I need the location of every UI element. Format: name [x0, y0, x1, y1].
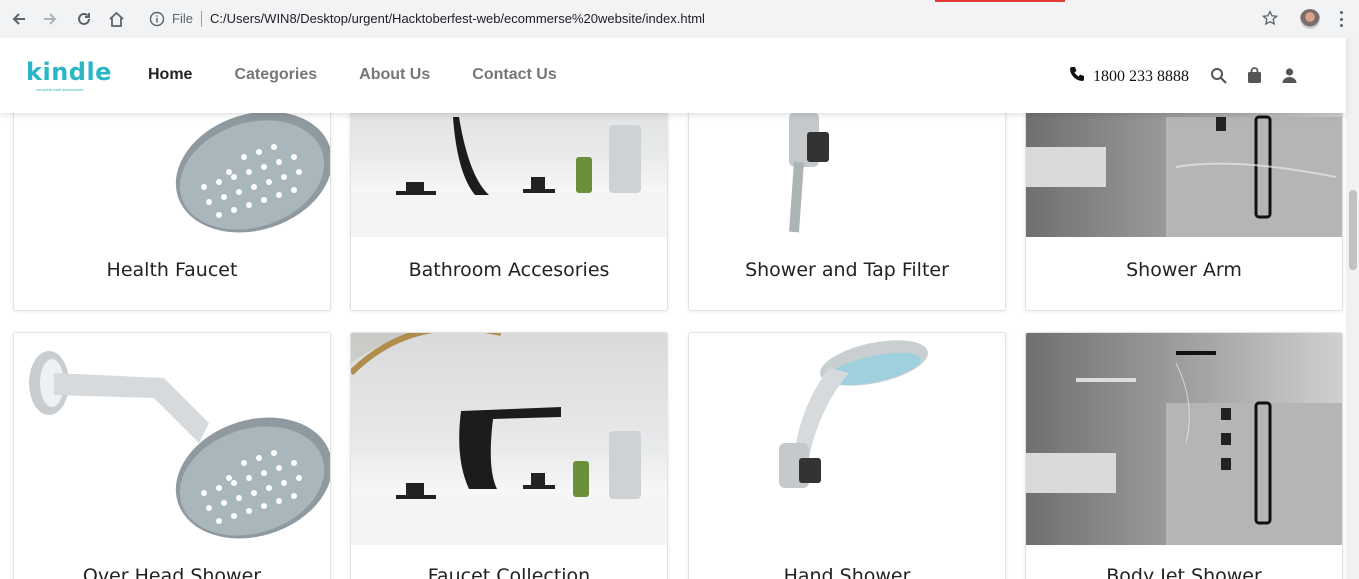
- product-image: [1026, 333, 1342, 545]
- page-scrollbar[interactable]: [1346, 38, 1359, 579]
- nav-categories[interactable]: Categories: [234, 66, 317, 84]
- product-image: [689, 333, 1005, 545]
- product-title: Body Jet Shower: [1106, 565, 1262, 579]
- nav-home[interactable]: Home: [148, 66, 192, 84]
- scrollbar-thumb[interactable]: [1349, 190, 1357, 270]
- reload-icon[interactable]: [74, 9, 94, 29]
- search-icon[interactable]: [1210, 67, 1228, 85]
- info-icon[interactable]: [149, 11, 165, 27]
- phone-contact[interactable]: 1800 233 8888: [1069, 66, 1189, 87]
- site-header: kindle complete bath accessories Home Ca…: [0, 38, 1346, 113]
- product-title: Shower Arm: [1126, 259, 1242, 281]
- nav-contact-us[interactable]: Contact Us: [472, 66, 556, 84]
- profile-avatar[interactable]: [1300, 9, 1320, 29]
- product-title: Bathroom Accesories: [408, 259, 610, 281]
- nav-about-us[interactable]: About Us: [359, 66, 430, 84]
- product-title: Shower and Tap Filter: [745, 259, 949, 281]
- page-viewport: Health Faucet Bathroom Accesories Shower…: [0, 38, 1359, 579]
- product-title: Over Head Shower: [82, 565, 262, 579]
- address-bar[interactable]: File C:/Users/WIN8/Desktop/urgent/Hackto…: [140, 6, 1288, 32]
- logo-tagline: complete bath accessories: [36, 87, 84, 92]
- logo-text: kindle: [26, 58, 112, 86]
- product-card[interactable]: Faucet Collection: [350, 332, 668, 579]
- omnibox-divider: [201, 11, 202, 27]
- file-scheme-label: File: [172, 11, 193, 26]
- product-title: Health Faucet: [106, 259, 238, 281]
- browser-menu-icon[interactable]: [1336, 11, 1346, 27]
- phone-icon: [1069, 66, 1085, 87]
- back-arrow-icon[interactable]: [9, 9, 29, 29]
- logo[interactable]: kindle complete bath accessories: [26, 58, 112, 92]
- product-card[interactable]: Body Jet Shower: [1025, 332, 1343, 579]
- product-title: Faucet Collection: [427, 565, 591, 579]
- forward-arrow-icon[interactable]: [40, 9, 60, 29]
- product-image: [351, 333, 667, 545]
- main-nav: Home Categories About Us Contact Us: [148, 66, 599, 84]
- user-icon[interactable]: [1281, 67, 1299, 85]
- tab-strip-accent: [0, 0, 1359, 2]
- home-icon[interactable]: [106, 9, 126, 29]
- product-image: [14, 333, 330, 545]
- url-text[interactable]: C:/Users/WIN8/Desktop/urgent/Hacktoberfe…: [210, 11, 705, 26]
- shopping-bag-icon[interactable]: [1246, 67, 1264, 85]
- browser-toolbar: File C:/Users/WIN8/Desktop/urgent/Hackto…: [0, 0, 1359, 38]
- phone-number: 1800 233 8888: [1093, 67, 1189, 85]
- product-card[interactable]: Over Head Shower: [13, 332, 331, 579]
- product-card[interactable]: Hand Shower: [688, 332, 1006, 579]
- bookmark-star-icon[interactable]: [1261, 9, 1279, 31]
- product-title: Hand Shower: [783, 565, 911, 579]
